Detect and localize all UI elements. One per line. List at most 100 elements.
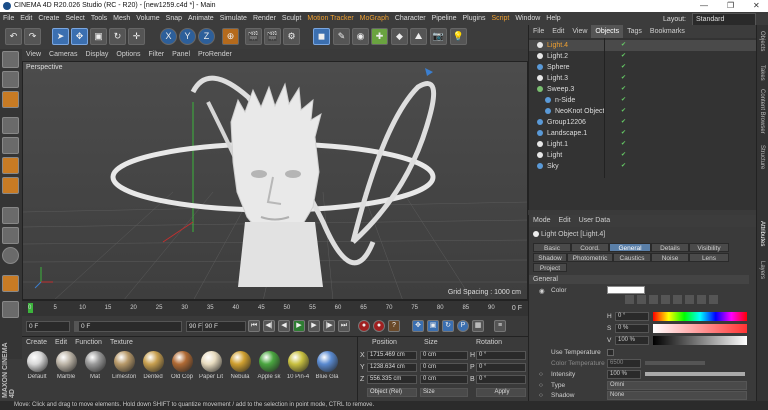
goto-start-icon[interactable]: ⏮ [248,320,260,332]
material-item[interactable]: Marble [54,351,78,380]
use-temperature-checkbox[interactable] [607,349,614,356]
object-row[interactable]: Light.2 ✔ [529,51,757,62]
grid-icon[interactable] [2,301,19,318]
scene-icon[interactable]: ⛰ [410,28,427,45]
menu-mograph[interactable]: MoGraph [357,12,392,25]
render-settings-icon[interactable]: ⚙ [283,28,300,45]
z-axis-lock-icon[interactable]: Z [198,28,215,45]
menu-sculpt[interactable]: Sculpt [279,12,304,25]
array-generator-icon[interactable]: ✚ [371,28,388,45]
s-field[interactable]: 0 % [615,324,649,333]
scale-tool-icon[interactable]: ▣ [90,28,107,45]
object-row[interactable]: Light.3 ✔ [529,73,757,84]
color-swatch[interactable] [607,286,645,294]
menu-edit[interactable]: Edit [17,12,35,25]
image-picker-icon[interactable] [649,295,658,304]
close-icon[interactable]: ✕ [753,0,760,12]
menu-character[interactable]: Character [392,12,429,25]
material-item[interactable]: Default [25,351,49,380]
viewport-menu-view[interactable]: View [22,49,45,61]
edges-mode-icon[interactable] [2,157,19,174]
menu-script[interactable]: Script [488,12,512,25]
coordinate-system-icon[interactable]: ⊕ [222,28,239,45]
rotation-h-field[interactable]: 0 ° [476,351,526,360]
viewport-menu-cameras[interactable]: Cameras [45,49,81,61]
menu-tools[interactable]: Tools [88,12,110,25]
type-dropdown[interactable]: Omni [607,381,747,390]
color-wheel-icon[interactable] [625,295,634,304]
object-row[interactable]: Sphere ✔ [529,62,757,73]
tab-project[interactable]: Project [533,263,567,272]
make-editable-icon[interactable] [2,51,19,68]
sidetab-content-browser[interactable]: Content Browser [759,89,765,134]
object-enabled-check-icon[interactable]: ✔ [621,84,626,95]
workplane-lock-icon[interactable] [2,275,19,292]
spectrum-icon[interactable] [637,295,646,304]
tab-general[interactable]: General [609,243,651,252]
menu-snap[interactable]: Snap [163,12,185,25]
intensity-radio-icon[interactable]: ○ [539,371,543,378]
objects-menu-file[interactable]: File [529,25,548,38]
mixer-icon[interactable] [697,295,706,304]
shadow-radio-icon[interactable]: ○ [539,392,543,399]
material-item[interactable]: Nebula [228,351,252,380]
viewport-menu-display[interactable]: Display [81,49,112,61]
objects-menu-objects[interactable]: Objects [591,25,624,38]
object-row[interactable]: Sweep.3 ✔ [529,84,757,95]
kelvin-icon[interactable] [685,295,694,304]
object-row[interactable]: Landscape.1 ✔ [529,128,757,139]
menu-animate[interactable]: Animate [185,12,217,25]
intensity-field[interactable]: 100 % [607,370,641,379]
record-parameter-icon[interactable]: P [457,320,469,332]
undo-icon[interactable]: ↶ [5,28,22,45]
perspective-viewport[interactable]: Perspective Grid Spacing : 1000 cm [22,61,528,300]
object-row[interactable]: Light ✔ [529,150,757,161]
render-picture-viewer-icon[interactable]: 🎬 [264,28,281,45]
record-active-icon[interactable]: ● [358,320,370,332]
type-radio-icon[interactable]: ○ [539,382,543,389]
attributes-menu-mode[interactable]: Mode [529,215,555,227]
tweak-mode-icon[interactable] [2,227,19,244]
menu-render[interactable]: Render [250,12,279,25]
position-y-field[interactable]: 1238.634 cm [367,363,417,372]
menu-help[interactable]: Help [543,12,563,25]
current-frame-field[interactable]: 0 F [26,321,70,332]
object-enabled-check-icon[interactable]: ✔ [621,40,626,51]
menu-select[interactable]: Select [62,12,87,25]
points-mode-icon[interactable] [2,137,19,154]
sidetab-objects[interactable]: Objects [759,31,765,51]
object-enabled-check-icon[interactable]: ✔ [621,161,626,172]
object-enabled-check-icon[interactable]: ✔ [621,117,626,128]
value-slider[interactable] [653,336,747,345]
color-radio-icon[interactable]: ◉ [539,287,545,295]
live-selection-icon[interactable]: ➤ [52,28,69,45]
play-icon[interactable]: ▶ [293,320,305,332]
viewport-menu-prorender[interactable]: ProRender [194,49,236,61]
minimize-icon[interactable]: — [700,0,708,12]
object-row[interactable]: NeoKnot Object ✔ [529,106,757,117]
menu-pipeline[interactable]: Pipeline [429,12,460,25]
workplane-mode-icon[interactable] [2,117,19,134]
subdivision-surface-icon[interactable]: ◉ [352,28,369,45]
position-z-field[interactable]: 556.335 cm [367,375,417,384]
menu-motion-tracker[interactable]: Motion Tracker [304,12,356,25]
tab-basic[interactable]: Basic [533,243,571,252]
tab-caustics[interactable]: Caustics [613,253,651,262]
material-item[interactable]: 10 Pin-4 [286,351,310,380]
position-x-field[interactable]: 1715.469 cm [367,351,417,360]
object-enabled-check-icon[interactable]: ✔ [621,150,626,161]
menu-simulate[interactable]: Simulate [217,12,250,25]
keyframe-selection-icon[interactable]: ? [388,320,400,332]
object-enabled-check-icon[interactable]: ✔ [621,106,626,117]
tab-photometric[interactable]: Photometric [567,253,613,262]
rotate-tool-icon[interactable]: ↻ [109,28,126,45]
tab-lens[interactable]: Lens [689,253,729,262]
object-row[interactable]: Sky ✔ [529,161,757,172]
object-enabled-check-icon[interactable]: ✔ [621,62,626,73]
objects-menu-bookmarks[interactable]: Bookmarks [646,25,689,38]
autokey-icon[interactable]: ● [373,320,385,332]
max-frame-field[interactable]: 90 F [202,321,246,332]
objects-menu-view[interactable]: View [568,25,591,38]
object-row[interactable]: Light.4 ✔ [529,40,757,51]
enable-axis-icon[interactable] [2,207,19,224]
